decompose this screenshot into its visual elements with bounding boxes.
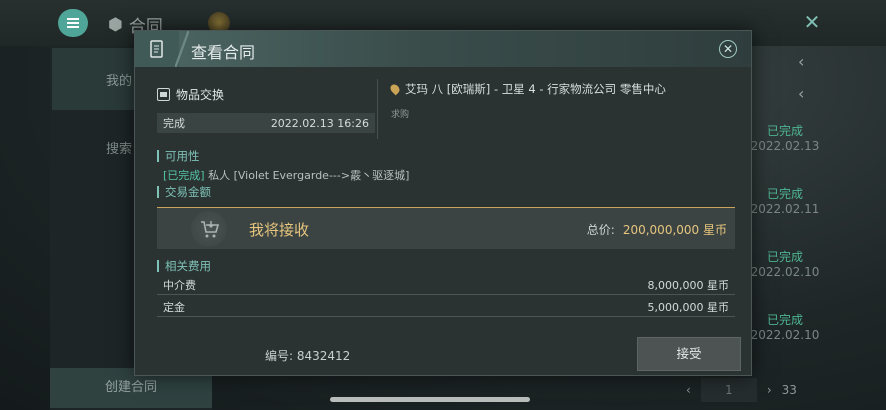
list-item[interactable]: 已完成 2022.02.10 bbox=[740, 311, 830, 342]
contract-dialog: 查看合同 ✕ 物品交换 完成 2022.02.13 16:26 艾玛 八 [欧瑞… bbox=[134, 30, 752, 376]
list-item[interactable]: 已完成 2022.02.10 bbox=[740, 248, 830, 279]
cube-icon: ⬢ bbox=[108, 14, 123, 35]
status-row: 完成 2022.02.13 16:26 bbox=[157, 113, 375, 133]
dialog-title: 查看合同 bbox=[191, 43, 256, 62]
receive-label: 我将接收 bbox=[249, 221, 310, 239]
list-item[interactable]: 已完成 2022.02.13 bbox=[740, 122, 830, 153]
status-datetime: 2022.02.13 16:26 bbox=[270, 116, 369, 130]
close-icon[interactable]: ✕ bbox=[719, 40, 737, 58]
header-divider bbox=[175, 31, 189, 67]
availability-text: [已完成] 私人 [Violet Evergarde--->霰丶驱逐城] bbox=[163, 169, 410, 182]
cart-icon bbox=[191, 211, 227, 247]
contract-number: 编号: 8432412 bbox=[265, 349, 351, 363]
page-input[interactable]: 1 bbox=[700, 378, 757, 402]
home-indicator[interactable] bbox=[330, 397, 530, 402]
menu-button[interactable] bbox=[58, 9, 88, 37]
contract-type-block: 物品交换 完成 2022.02.13 16:26 bbox=[157, 83, 377, 133]
location-subtext: 求购 bbox=[391, 110, 410, 120]
exchange-icon bbox=[157, 87, 170, 101]
prev-page-button[interactable]: ‹ bbox=[686, 383, 691, 397]
status-text: 完成 bbox=[163, 117, 185, 130]
fee-row: 中介费 8,000,000 星币 bbox=[157, 275, 735, 295]
fee-row: 定金 5,000,000 星币 bbox=[157, 297, 735, 317]
list-item[interactable]: 已完成 2022.02.11 bbox=[740, 185, 830, 216]
chevron-left-icon[interactable]: ‹ bbox=[798, 52, 804, 71]
location-pin-icon bbox=[388, 82, 402, 96]
contract-type: 物品交换 bbox=[157, 83, 377, 105]
amount-label: 交易金额 bbox=[157, 186, 211, 198]
scroll-icon bbox=[135, 31, 179, 67]
total-price: 总价: 200,000,000 星币 bbox=[586, 223, 727, 237]
divider bbox=[377, 79, 378, 139]
menu-icon bbox=[67, 22, 79, 24]
next-page-button[interactable]: › bbox=[767, 383, 772, 397]
total-value: 200,000,000 星币 bbox=[622, 223, 727, 237]
dialog-header: 查看合同 ✕ bbox=[135, 31, 751, 67]
app-close-icon[interactable]: ✕ bbox=[800, 10, 824, 34]
trade-panel: 我将接收 总价: 200,000,000 星币 bbox=[157, 207, 735, 249]
location: 艾玛 八 [欧瑞斯] - 卫星 4 - 行家物流公司 零售中心 bbox=[388, 81, 666, 97]
availability-label: 可用性 bbox=[157, 150, 200, 162]
pagination: ‹ 1 › 33 bbox=[686, 378, 797, 402]
chevron-left-icon[interactable]: ‹ bbox=[798, 84, 804, 103]
total-pages: 33 bbox=[781, 383, 797, 397]
fees-label: 相关费用 bbox=[157, 260, 211, 272]
accept-button[interactable]: 接受 bbox=[637, 337, 741, 371]
